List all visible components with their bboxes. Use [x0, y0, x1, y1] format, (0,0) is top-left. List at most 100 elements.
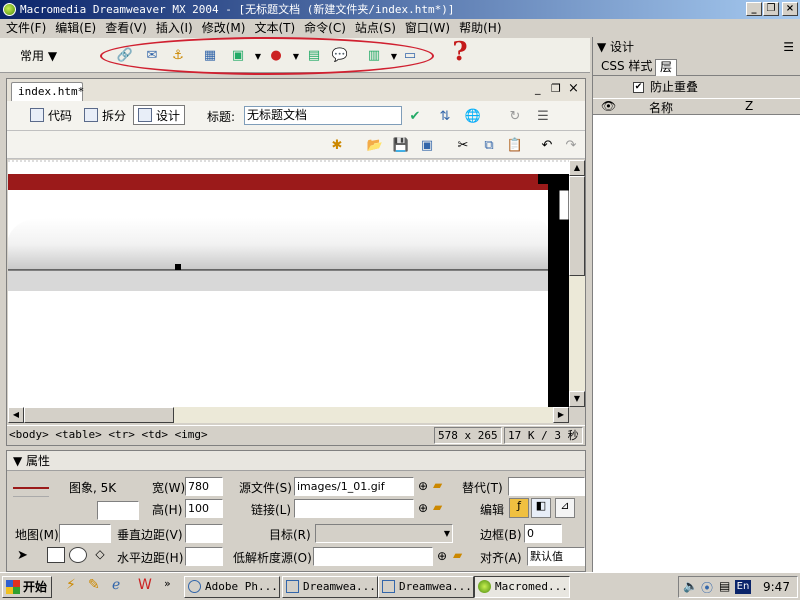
- browse-folder-icon[interactable]: ▰: [433, 478, 442, 492]
- name-column-header[interactable]: 名称: [649, 99, 673, 116]
- alt-input[interactable]: [508, 477, 585, 496]
- volume-icon[interactable]: 🔈: [683, 579, 698, 593]
- oval-hotspot-icon[interactable]: [69, 547, 87, 563]
- save-all-icon[interactable]: ▣: [417, 135, 437, 155]
- comment-icon[interactable]: 💬: [330, 45, 350, 65]
- doc-minimize-icon[interactable]: _: [535, 82, 541, 95]
- redo-icon[interactable]: ↷: [561, 135, 581, 155]
- properties-header[interactable]: ▼ 属性: [7, 451, 585, 471]
- task-button-photoshop[interactable]: Adobe Ph...: [184, 576, 280, 598]
- header-image-preview[interactable]: [8, 160, 569, 407]
- ie-quicklaunch-icon[interactable]: ℯ: [112, 577, 120, 593]
- window-size[interactable]: 578 x 265: [434, 427, 502, 444]
- map-name-input[interactable]: [59, 524, 111, 543]
- lowsrc-point-to-file-icon[interactable]: ⊕: [437, 549, 447, 563]
- menu-file[interactable]: 文件(F): [4, 19, 53, 37]
- width-input[interactable]: 780: [185, 477, 223, 496]
- copy-icon[interactable]: ⧉: [479, 135, 499, 155]
- media-icon[interactable]: ●: [266, 45, 286, 65]
- task-button-dreamweaver-1[interactable]: Dreamwea...: [282, 576, 378, 598]
- scroll-left-icon[interactable]: ◀: [8, 407, 24, 423]
- src-input[interactable]: images/1_01.gif: [294, 477, 414, 496]
- tray-app-icon[interactable]: ▤: [719, 579, 730, 593]
- tab-css-styles[interactable]: CSS 样式: [597, 59, 656, 76]
- menu-window[interactable]: 窗口(W): [403, 19, 457, 37]
- lowsrc-browse-folder-icon[interactable]: ▰: [453, 548, 462, 562]
- image-dropdown-arrow-icon[interactable]: ▼: [248, 46, 268, 66]
- design-view-button[interactable]: 设计: [133, 105, 186, 125]
- cut-icon[interactable]: ✂: [453, 135, 473, 155]
- restore-button[interactable]: ❐: [763, 2, 779, 16]
- paste-icon[interactable]: 📋: [505, 135, 525, 155]
- menu-commands[interactable]: 命令(C): [302, 19, 353, 37]
- hspace-input[interactable]: [185, 547, 223, 566]
- menu-site[interactable]: 站点(S): [353, 19, 403, 37]
- task-button-dreamweaver-2[interactable]: Dreamwea...: [378, 576, 474, 598]
- align-select[interactable]: 默认值: [527, 547, 585, 566]
- undo-icon[interactable]: ↶: [537, 135, 557, 155]
- save-icon[interactable]: 💾: [391, 135, 411, 155]
- menu-text[interactable]: 文本(T): [252, 19, 302, 37]
- preview-browser-icon[interactable]: 🌐: [463, 106, 483, 126]
- task-button-macromedia[interactable]: Macromed...: [474, 576, 570, 598]
- polygon-hotspot-icon[interactable]: ◇: [91, 547, 109, 563]
- z-column-header[interactable]: Z: [745, 99, 753, 113]
- help-question-icon[interactable]: ?: [450, 37, 470, 67]
- close-button[interactable]: ×: [782, 2, 798, 16]
- dreamweaver-app-icon[interactable]: [3, 3, 16, 16]
- design-canvas[interactable]: [8, 160, 569, 407]
- open-icon[interactable]: 📂: [365, 135, 385, 155]
- menu-help[interactable]: 帮助(H): [457, 19, 508, 37]
- email-link-icon[interactable]: ✉: [142, 45, 162, 65]
- scroll-down-icon[interactable]: ▼: [569, 391, 585, 407]
- pointer-hotspot-icon[interactable]: ➤: [17, 548, 28, 563]
- target-select[interactable]: ▼: [315, 524, 453, 543]
- insert-category-dropdown[interactable]: 常用 ▼: [20, 47, 57, 64]
- height-input[interactable]: 100: [185, 499, 223, 518]
- input-language-indicator[interactable]: En: [735, 580, 751, 594]
- link-input[interactable]: [294, 499, 414, 518]
- new-document-icon[interactable]: ✱: [327, 135, 347, 155]
- optimize-icon[interactable]: ◧: [531, 498, 551, 518]
- link-browse-folder-icon[interactable]: ▰: [433, 500, 442, 514]
- code-view-button[interactable]: 代码: [25, 105, 77, 125]
- scroll-up-icon[interactable]: ▲: [569, 160, 585, 176]
- validate-icon[interactable]: ✔: [405, 106, 425, 126]
- named-anchor-icon[interactable]: ⚓: [168, 45, 188, 65]
- point-to-file-icon[interactable]: ⊕: [418, 479, 428, 493]
- menu-edit[interactable]: 编辑(E): [53, 19, 103, 37]
- menu-insert[interactable]: 插入(I): [154, 19, 200, 37]
- split-view-button[interactable]: 拆分: [79, 105, 131, 125]
- quicklaunch-more-icon[interactable]: »: [164, 577, 171, 590]
- scroll-right-icon[interactable]: ▶: [553, 407, 569, 423]
- clock[interactable]: 9:47: [763, 580, 790, 594]
- doc-close-icon[interactable]: ×: [568, 81, 579, 96]
- horizontal-scrollbar[interactable]: ◀ ▶: [8, 407, 569, 423]
- prevent-overlap-checkbox[interactable]: ✔: [633, 82, 644, 93]
- link-point-to-file-icon[interactable]: ⊕: [418, 501, 428, 515]
- doc-restore-icon[interactable]: ❐: [551, 82, 561, 95]
- menu-modify[interactable]: 修改(M): [200, 19, 253, 37]
- crop-icon[interactable]: ⊿: [555, 498, 575, 518]
- tag-selector[interactable]: <body> <table> <tr> <td> <img>: [9, 428, 208, 441]
- document-title-input[interactable]: 无标题文档: [244, 106, 402, 125]
- hyperlink-icon[interactable]: 🔗: [115, 45, 135, 65]
- refresh-icon[interactable]: ↻: [505, 106, 525, 126]
- start-button[interactable]: 开始: [2, 576, 52, 598]
- image-icon[interactable]: ▣: [228, 45, 248, 65]
- tab-layers[interactable]: 层: [655, 59, 678, 76]
- menu-view[interactable]: 查看(V): [103, 19, 154, 37]
- document-tab[interactable]: index.htm*: [11, 82, 84, 102]
- minimize-button[interactable]: _: [746, 2, 762, 16]
- horizontal-scroll-thumb[interactable]: [24, 407, 174, 423]
- tag-chooser-icon[interactable]: ▭: [400, 45, 420, 65]
- vertical-scroll-thumb[interactable]: [569, 176, 585, 276]
- rect-hotspot-icon[interactable]: [47, 547, 65, 563]
- table-icon[interactable]: ▦: [200, 45, 220, 65]
- network-icon[interactable]: ⦿: [701, 579, 713, 596]
- border-input[interactable]: 0: [524, 524, 562, 543]
- lowsrc-input[interactable]: [313, 547, 433, 566]
- fireworks-edit-icon[interactable]: ƒ: [509, 498, 529, 518]
- view-options-icon[interactable]: ☰: [533, 106, 553, 126]
- quicklaunch-icon-2[interactable]: ✎: [88, 577, 100, 593]
